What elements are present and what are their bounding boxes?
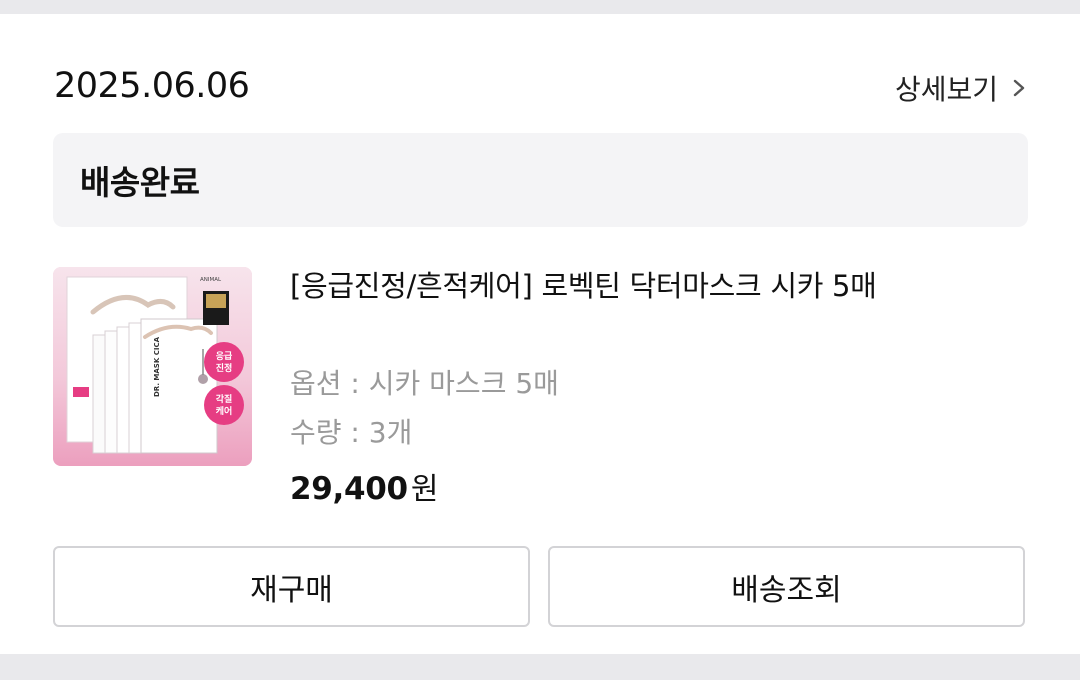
- svg-text:케어: 케어: [216, 405, 233, 417]
- svg-text:ANIMAL: ANIMAL: [200, 277, 222, 283]
- order-detail-label: 상세보기: [894, 73, 998, 106]
- product-image: DR. MASK CICA ANIMAL 응급 진정 각질 케어: [53, 267, 252, 466]
- svg-text:각질: 각질: [216, 393, 233, 405]
- delivery-status: 배송완료: [80, 163, 200, 202]
- order-detail-link[interactable]: 상세보기: [895, 68, 1026, 108]
- product-quantity: 수량 : 3개: [290, 416, 413, 449]
- svg-text:응급: 응급: [216, 351, 233, 362]
- order-date: 2025.06.06: [54, 66, 250, 106]
- product-option: 옵션 : 시카 마스크 5매: [290, 367, 559, 400]
- price-amount: 29,400: [290, 471, 408, 507]
- delivery-status-box: 배송완료: [53, 133, 1028, 227]
- svg-text:진정: 진정: [216, 362, 233, 374]
- track-delivery-button[interactable]: 배송조회: [548, 546, 1025, 627]
- chevron-right-icon: [1013, 79, 1025, 97]
- price-unit: 원: [410, 472, 439, 507]
- product-thumbnail[interactable]: DR. MASK CICA ANIMAL 응급 진정 각질 케어: [53, 267, 252, 466]
- svg-text:DR. MASK CICA: DR. MASK CICA: [153, 336, 161, 397]
- product-name[interactable]: [응급진정/흔적케어] 로벡틴 닥터마스크 시카 5매: [290, 266, 930, 306]
- order-card: 2025.06.06 상세보기 배송완료 DR. MASK CICA ANIMA…: [0, 14, 1080, 654]
- rebuy-button[interactable]: 재구매: [53, 546, 530, 627]
- product-price: 29,400 원: [290, 464, 438, 508]
